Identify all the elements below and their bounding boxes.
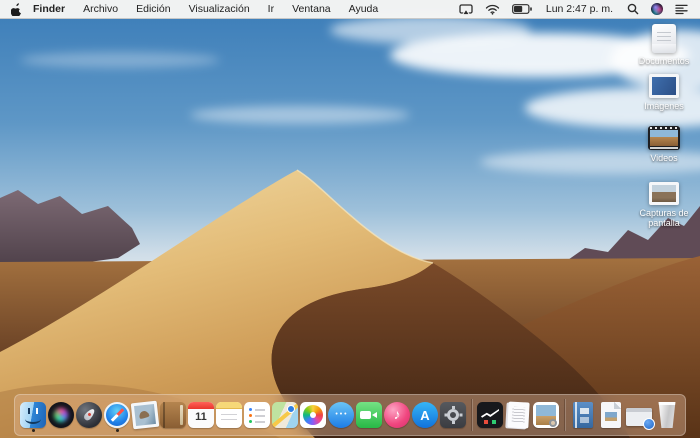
videos-film-icon: [648, 126, 680, 150]
dock-item-facetime[interactable]: [355, 402, 383, 428]
dock-item-maps[interactable]: [271, 402, 299, 428]
notification-center-icon[interactable]: [669, 0, 694, 18]
desktop-icon-label: Documentos: [638, 56, 690, 66]
messages-icon: [328, 402, 354, 428]
launchpad-icon: [76, 402, 102, 428]
reminders-icon: [244, 402, 270, 428]
desktop-icon-label: Videos: [650, 153, 678, 163]
dock-item-contacts[interactable]: [159, 402, 187, 428]
itunes-icon: [384, 402, 410, 428]
wifi-icon[interactable]: [479, 0, 506, 18]
menubar-app-menu[interactable]: Finder: [31, 0, 74, 18]
spotlight-search-icon[interactable]: [621, 0, 645, 18]
minimized-window-icon: [626, 408, 655, 430]
mail-icon: [130, 400, 160, 430]
preview-icon: [533, 402, 559, 428]
system-preferences-icon: [440, 402, 466, 428]
menubar-item-visualizacion[interactable]: Visualización: [180, 0, 259, 18]
siri-icon: [48, 402, 74, 428]
menubar-item-ayuda[interactable]: Ayuda: [340, 0, 388, 18]
finder-icon: [20, 402, 46, 428]
notes-icon: [216, 402, 242, 428]
photos-icon: [300, 402, 326, 428]
doc-file-icon: [601, 402, 621, 428]
siri-icon[interactable]: [645, 0, 669, 18]
airplay-display-icon[interactable]: [453, 0, 479, 18]
trash-icon: [658, 402, 676, 428]
battery-icon[interactable]: [506, 0, 538, 18]
app-store-icon: [412, 402, 438, 428]
doc-book-icon: [573, 402, 593, 428]
menubar-item-edicion[interactable]: Edición: [127, 0, 179, 18]
dock-item-launchpad[interactable]: [75, 402, 103, 428]
dock-item-system-preferences[interactable]: [439, 402, 467, 428]
maps-icon: [272, 402, 298, 428]
desktop-icon-imagenes[interactable]: Imágenes: [635, 74, 693, 111]
dock-item-minimized-window[interactable]: [625, 404, 655, 430]
dock: 11: [14, 394, 686, 436]
desktop-icon-videos[interactable]: Videos: [635, 126, 693, 163]
dock-item-preview[interactable]: [532, 402, 560, 428]
dock-item-siri[interactable]: [47, 402, 75, 428]
dock-item-reminders[interactable]: [243, 402, 271, 428]
images-stack-icon: [649, 74, 679, 98]
contacts-icon: [160, 402, 186, 428]
dock-item-messages[interactable]: [327, 402, 355, 428]
running-indicator: [115, 429, 119, 432]
dock-item-doc-file[interactable]: [597, 402, 625, 428]
menubar-clock[interactable]: Lun 2:47 p. m.: [538, 3, 621, 15]
facetime-icon: [356, 402, 382, 428]
safari-icon: [104, 402, 130, 428]
documents-stack-icon: [652, 24, 676, 53]
desktop-icon-capturas-de-pantalla[interactable]: Capturas de pantalla: [635, 182, 693, 229]
dock-item-photos[interactable]: [299, 402, 327, 428]
menubar-left: Finder Archivo Edición Visualización Ir …: [0, 0, 387, 18]
menubar-item-ir[interactable]: Ir: [259, 0, 283, 18]
dock-item-notes[interactable]: [215, 402, 243, 428]
dock-item-app-store[interactable]: [411, 402, 439, 428]
textedit-icon: [506, 401, 530, 429]
calendar-icon: 11: [188, 402, 214, 428]
wallpaper-mojave: [0, 0, 700, 438]
dock-item-doc-book[interactable]: [569, 402, 597, 428]
stocks-icon: [477, 402, 503, 428]
screenshot-photo-icon: [649, 182, 679, 205]
dock-item-itunes[interactable]: [383, 402, 411, 428]
dock-item-stocks[interactable]: [476, 402, 504, 428]
desktop-icon-documentos[interactable]: Documentos: [635, 24, 693, 66]
dock-separator: [471, 399, 472, 431]
dock-item-safari[interactable]: [103, 402, 131, 432]
dock-item-mail[interactable]: [130, 400, 160, 430]
desktop-icon-label: Capturas de pantalla: [639, 208, 689, 229]
dock-separator: [564, 399, 565, 431]
siri-orb: [651, 3, 663, 15]
dock-item-finder[interactable]: [19, 402, 47, 432]
dock-item-trash[interactable]: [653, 402, 681, 428]
dock-item-textedit[interactable]: [504, 401, 532, 429]
running-indicator: [31, 429, 35, 432]
dock-item-calendar[interactable]: 11: [187, 402, 215, 428]
apple-logo-icon: [11, 2, 21, 16]
desktop-icon-label: Imágenes: [644, 101, 684, 111]
menubar-status-area: Lun 2:47 p. m.: [453, 0, 700, 18]
menubar-item-archivo[interactable]: Archivo: [74, 0, 127, 18]
apple-menu[interactable]: [0, 0, 31, 18]
calendar-day: 11: [195, 411, 207, 423]
menubar: Finder Archivo Edición Visualización Ir …: [0, 0, 700, 19]
menubar-item-ventana[interactable]: Ventana: [283, 0, 340, 18]
